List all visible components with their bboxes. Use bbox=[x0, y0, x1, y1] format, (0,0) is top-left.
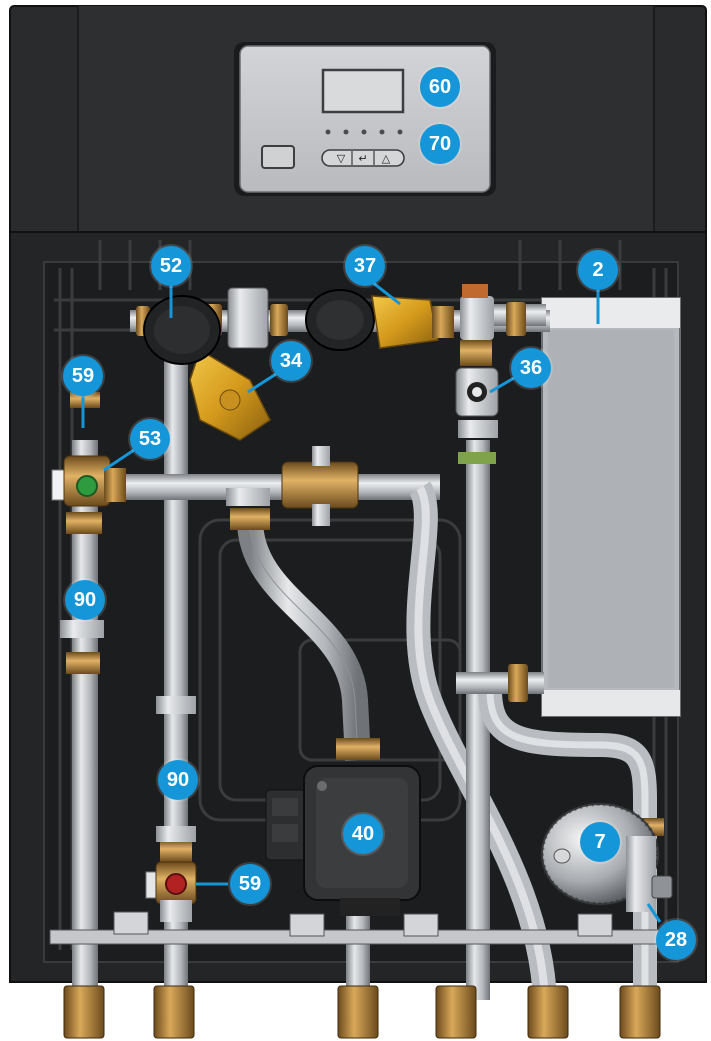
callout-70: 70 bbox=[420, 124, 460, 164]
callout-90-left: 90 bbox=[65, 580, 105, 620]
enter-button[interactable]: ↵ bbox=[358, 152, 367, 165]
lcd-display bbox=[321, 68, 405, 114]
callout-53: 53 bbox=[130, 419, 170, 459]
down-button[interactable]: ▽ bbox=[337, 152, 346, 165]
callout-28: 28 bbox=[656, 920, 696, 960]
callout-52: 52 bbox=[151, 246, 191, 286]
callout-34: 34 bbox=[271, 341, 311, 381]
callout-59-top: 59 bbox=[63, 356, 103, 396]
control-panel: ▽ ↵ △ bbox=[234, 42, 496, 196]
callout-90-middle: 90 bbox=[158, 760, 198, 800]
callout-2: 2 bbox=[578, 250, 618, 290]
power-button[interactable] bbox=[261, 145, 295, 169]
callout-37: 37 bbox=[345, 246, 385, 286]
callout-7: 7 bbox=[580, 822, 620, 862]
up-button[interactable]: △ bbox=[382, 152, 391, 165]
hydraulic-module-diagram: ▽ ↵ △ bbox=[9, 5, 707, 1039]
callout-59-bottom: 59 bbox=[230, 864, 270, 904]
callout-36: 36 bbox=[511, 348, 551, 388]
plate-heat-exchanger bbox=[541, 297, 681, 717]
bottom-connectors bbox=[63, 985, 661, 1039]
callout-60: 60 bbox=[420, 67, 460, 107]
callout-40: 40 bbox=[343, 814, 383, 854]
